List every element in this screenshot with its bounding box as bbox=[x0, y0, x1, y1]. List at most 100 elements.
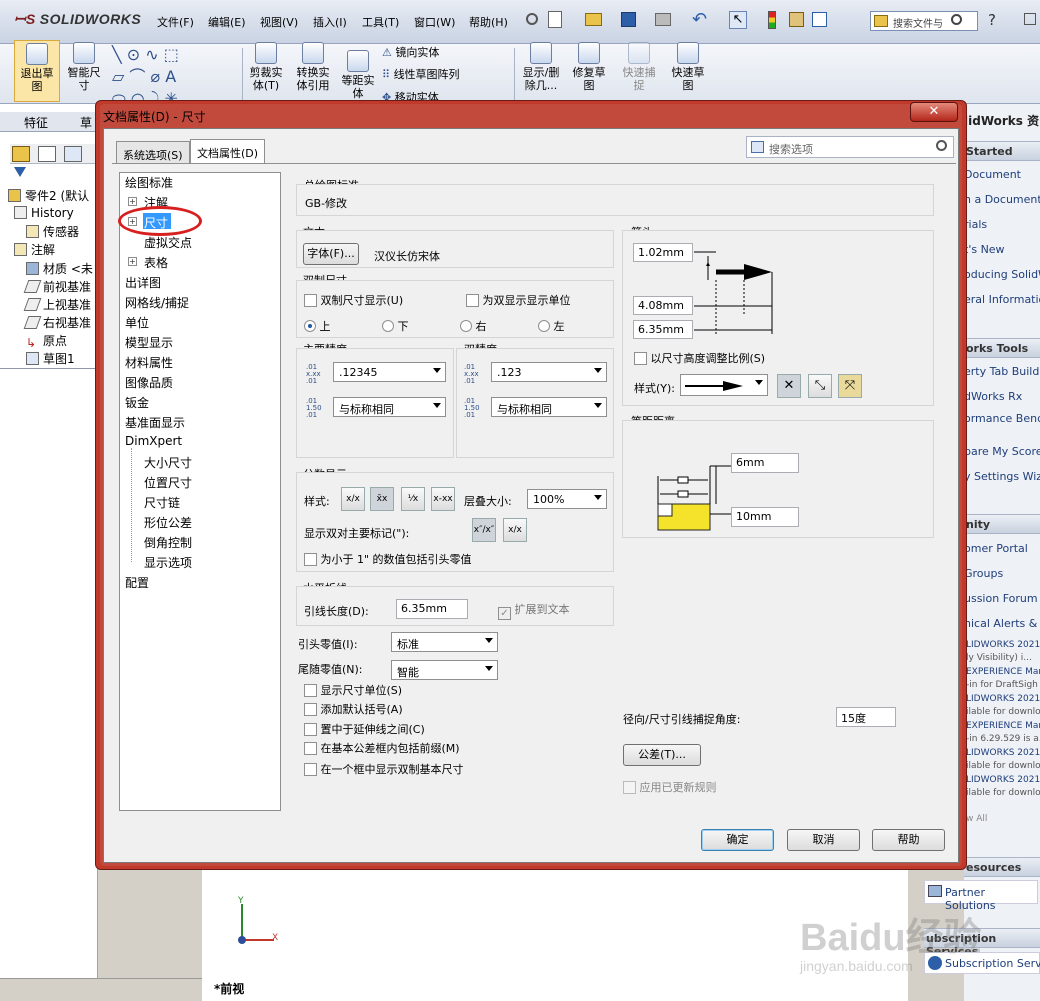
task-link[interactable]: dWorks Rx bbox=[964, 390, 1040, 403]
menu-edit[interactable]: 编辑(E) bbox=[208, 14, 246, 30]
filter-icon[interactable] bbox=[14, 167, 26, 179]
menu-window[interactable]: 窗口(W) bbox=[414, 14, 455, 30]
leading-zeros-select[interactable]: 标准 bbox=[391, 632, 498, 652]
close-button[interactable]: ✕ bbox=[910, 102, 958, 122]
news-title[interactable]: LIDWORKS 2021 bbox=[966, 694, 1040, 704]
sketch-entity-tools[interactable]: ╲ ⊙ ∿ ⬚ ▱ ⌒ ⌀ A ⬭ ◠ ⤸ ✳ bbox=[112, 44, 240, 108]
tree-origin[interactable]: ↳ 原点 bbox=[26, 332, 67, 350]
primary-precision-select[interactable]: .12345 bbox=[333, 362, 446, 382]
scale-with-height-checkbox[interactable]: 以尺寸高度调整比例(S) bbox=[634, 350, 765, 366]
help-button[interactable]: 帮助 bbox=[872, 829, 945, 851]
open-folder-icon[interactable] bbox=[585, 13, 602, 26]
tab-sketch[interactable]: 草 bbox=[80, 114, 92, 131]
tolerance-button[interactable]: 公差(T)... bbox=[623, 744, 701, 766]
news-title[interactable]: EXPERIENCE Mar bbox=[966, 721, 1040, 731]
tree-part[interactable]: 零件2 (默认 bbox=[8, 187, 89, 205]
convert-entities-button[interactable]: 转换实 体引用 bbox=[291, 40, 335, 92]
radio-left[interactable]: 左 bbox=[538, 318, 565, 334]
arrow-length-input[interactable]: 6.35mm bbox=[633, 320, 693, 339]
task-link[interactable]: Groups bbox=[964, 567, 1040, 580]
radio-button[interactable] bbox=[382, 320, 394, 332]
select-pointer-icon[interactable]: ↖ bbox=[729, 11, 747, 29]
extend-to-text-checkbox[interactable]: ✓ 扩展到文本 bbox=[498, 601, 570, 620]
radio-right[interactable]: 右 bbox=[460, 318, 487, 334]
tree-top-plane[interactable]: 上视基准 bbox=[23, 296, 91, 314]
cancel-button[interactable]: 取消 bbox=[787, 829, 860, 851]
trim-entities-button[interactable]: 剪裁实 体(T) bbox=[245, 40, 287, 92]
leader-length-input[interactable]: 6.35mm bbox=[396, 599, 468, 619]
new-document-icon[interactable] bbox=[548, 11, 562, 28]
nav-chain-dimension[interactable]: 尺寸链 bbox=[144, 494, 180, 511]
expand-icon[interactable]: + bbox=[128, 197, 137, 206]
task-link[interactable]: nical Alerts & bbox=[964, 617, 1040, 630]
checkbox[interactable] bbox=[304, 294, 317, 307]
dual-prime-off[interactable]: x/x bbox=[503, 518, 527, 542]
exit-sketch-button[interactable]: 退出草 图 bbox=[14, 40, 60, 102]
nav-chamfer-controls[interactable]: 倒角控制 bbox=[144, 534, 192, 551]
trailing-zeros-select[interactable]: 智能 bbox=[391, 660, 498, 680]
checkbox[interactable] bbox=[304, 553, 317, 566]
news-title[interactable]: LIDWORKS 2021 bbox=[966, 775, 1040, 785]
nav-sheet-metal[interactable]: 钣金 bbox=[125, 394, 149, 411]
save-icon[interactable] bbox=[621, 12, 636, 27]
font-button[interactable]: 字体(F)... bbox=[303, 243, 359, 265]
mirror-entities-button[interactable]: ⚠ 镜向实体 bbox=[382, 44, 439, 60]
checkbox[interactable] bbox=[634, 352, 647, 365]
rapid-sketch-button[interactable]: 快速草 图 bbox=[666, 40, 710, 92]
help-question-icon[interactable]: ? bbox=[988, 11, 996, 29]
nav-display-options[interactable]: 显示选项 bbox=[144, 554, 192, 571]
horizontal-scrollbar[interactable] bbox=[0, 978, 202, 1001]
task-link[interactable]: ussion Forum bbox=[964, 592, 1040, 605]
task-link[interactable]: n a Document bbox=[964, 193, 1040, 206]
task-link[interactable]: t's New bbox=[964, 243, 1040, 256]
task-link[interactable]: pare My Score bbox=[964, 445, 1040, 458]
arrows-smart-button[interactable]: ⤧ bbox=[838, 374, 862, 398]
nav-configurations[interactable]: 配置 bbox=[125, 574, 149, 591]
show-units-checkbox[interactable]: 显示尺寸单位(S) bbox=[304, 682, 402, 698]
task-section-resources[interactable]: esources bbox=[964, 857, 1040, 877]
tree-right-plane[interactable]: 右视基准 bbox=[23, 314, 91, 332]
radio-button[interactable] bbox=[304, 320, 316, 332]
arrow-style-select[interactable] bbox=[680, 374, 768, 396]
primary-tolerance-select[interactable]: 与标称相同 bbox=[333, 397, 446, 417]
prefix-basic-checkbox[interactable]: 在基本公差框内包括前缀(M) bbox=[304, 740, 460, 756]
tree-sketch1[interactable]: 草图1 bbox=[26, 350, 75, 368]
checkbox[interactable] bbox=[304, 684, 317, 697]
fraction-style-diagonal[interactable]: ⅟x bbox=[401, 487, 425, 511]
task-link[interactable]: Document bbox=[964, 168, 1040, 181]
dual-basic-checkbox[interactable]: 在一个框中显示双制基本尺寸 bbox=[304, 761, 464, 777]
task-section-getting-started[interactable]: Started bbox=[964, 141, 1040, 161]
tab-features[interactable]: 特征 bbox=[24, 114, 48, 131]
menu-view[interactable]: 视图(V) bbox=[260, 14, 298, 30]
display-delete-relations-button[interactable]: 显示/删 除几... bbox=[518, 40, 564, 92]
menu-insert[interactable]: 插入(I) bbox=[313, 14, 347, 30]
task-link[interactable]: y Settings Wiza bbox=[964, 470, 1040, 483]
checkbox[interactable] bbox=[304, 742, 317, 755]
property-manager-icon[interactable] bbox=[38, 146, 56, 162]
search-options-input[interactable]: 搜索选项 bbox=[746, 136, 954, 158]
search-icon[interactable] bbox=[936, 140, 947, 151]
undo-icon[interactable]: ↶ bbox=[692, 9, 707, 30]
nav-detailing[interactable]: 出详图 bbox=[125, 274, 161, 291]
radial-snap-input[interactable]: 15度 bbox=[836, 707, 896, 727]
tree-history[interactable]: History bbox=[14, 206, 74, 224]
center-extension-checkbox[interactable]: 置中于延伸线之间(C) bbox=[304, 721, 425, 737]
nav-virtual-sharps[interactable]: 虚拟交点 bbox=[144, 234, 192, 251]
offset-entities-button[interactable]: 等距实 体 bbox=[337, 48, 379, 100]
task-link[interactable]: eral Informatio bbox=[964, 293, 1040, 306]
expand-icon[interactable]: + bbox=[128, 257, 137, 266]
dual-units-checkbox[interactable]: 为双显示显示单位 bbox=[466, 292, 571, 308]
arrow-height-input[interactable]: 1.02mm bbox=[633, 243, 693, 262]
offset-distance-1-input[interactable]: 6mm bbox=[731, 453, 799, 473]
nav-drafting-standard[interactable]: 绘图标准 bbox=[125, 174, 173, 191]
tab-document-properties[interactable]: 文档属性(D) bbox=[190, 139, 266, 164]
nav-image-quality[interactable]: 图像品质 bbox=[125, 374, 173, 391]
radio-button[interactable] bbox=[460, 320, 472, 332]
menu-help[interactable]: 帮助(H) bbox=[469, 14, 508, 30]
news-title[interactable]: EXPERIENCE Mar bbox=[966, 667, 1040, 677]
window-restore-icon[interactable] bbox=[1024, 13, 1036, 25]
tree-annotations[interactable]: 注解 bbox=[14, 241, 55, 259]
tree-sensors[interactable]: 传感器 bbox=[26, 223, 79, 241]
tree-front-plane[interactable]: 前视基准 bbox=[23, 278, 91, 296]
news-title[interactable]: LIDWORKS 2021 bbox=[966, 748, 1040, 758]
